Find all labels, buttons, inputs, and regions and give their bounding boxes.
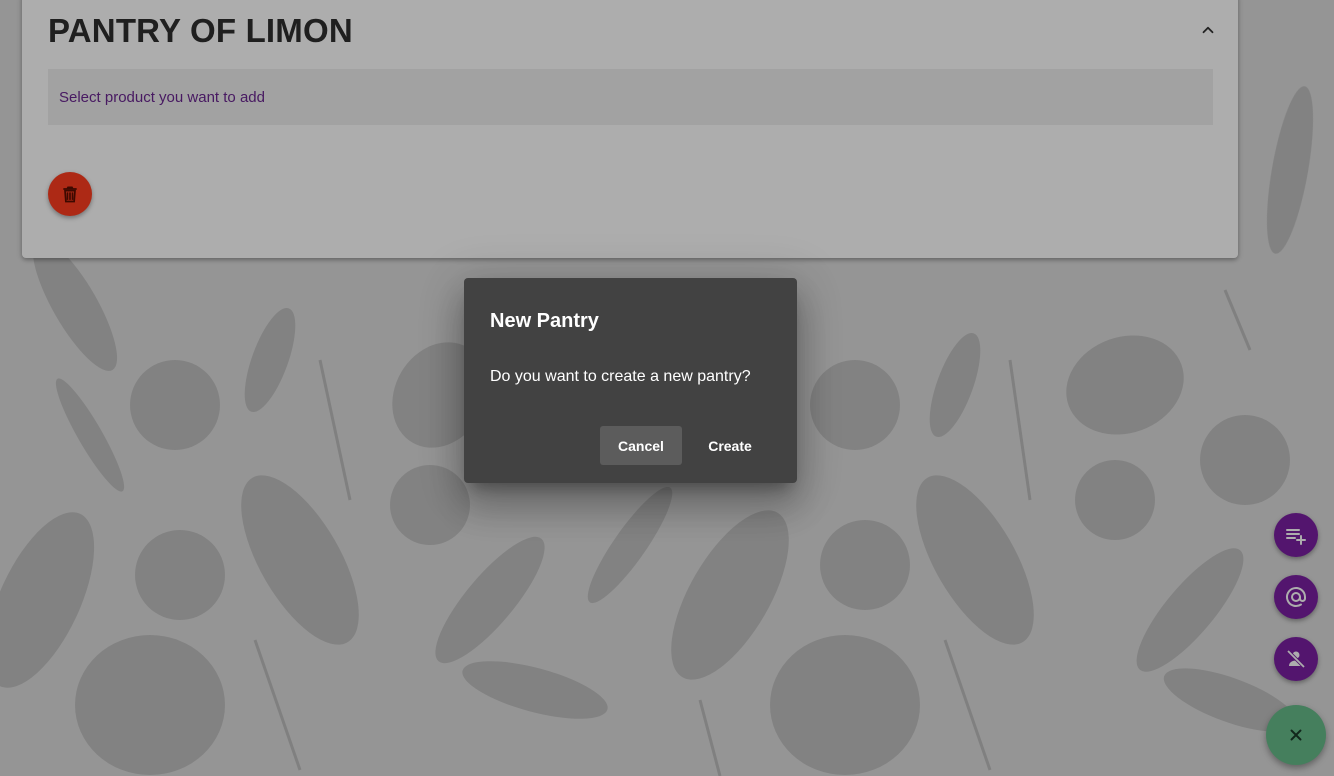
new-pantry-dialog: New Pantry Do you want to create a new p…	[464, 278, 797, 483]
dialog-title: New Pantry	[490, 310, 599, 332]
cancel-button[interactable]: Cancel	[600, 426, 682, 465]
dialog-message: Do you want to create a new pantry?	[490, 368, 751, 385]
create-button[interactable]: Create	[696, 426, 764, 465]
